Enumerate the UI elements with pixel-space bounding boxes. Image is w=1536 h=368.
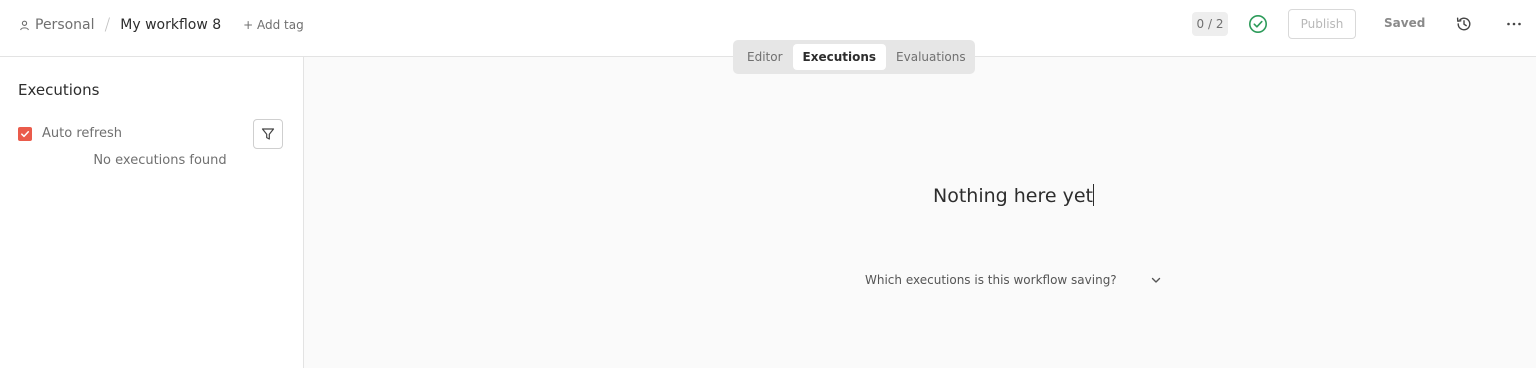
auto-refresh-label: Auto refresh — [42, 126, 123, 141]
saved-status: Saved — [1384, 16, 1426, 30]
check-circle-icon — [1249, 15, 1267, 33]
add-tag-button[interactable]: + Add tag — [243, 18, 304, 32]
executions-sidebar: Executions Auto refresh No executions fo… — [0, 57, 304, 368]
breadcrumb-separator: / — [104, 15, 111, 35]
ellipsis-icon[interactable] — [1505, 15, 1523, 33]
tab-executions[interactable]: Executions — [792, 44, 887, 70]
breadcrumb-project[interactable]: Personal — [19, 17, 95, 33]
execution-saving-disclosure[interactable]: Which executions is this workflow saving… — [865, 273, 1162, 287]
empty-state-title-text: Nothing here yet — [933, 185, 1093, 207]
executions-main-panel: Nothing here yet Which executions is thi… — [305, 57, 1536, 368]
chevron-down-icon — [1151, 277, 1160, 283]
sidebar-title: Executions — [18, 81, 100, 99]
execution-saving-question: Which executions is this workflow saving… — [865, 273, 1117, 287]
history-icon[interactable] — [1455, 15, 1473, 33]
tab-evaluations[interactable]: Evaluations — [886, 44, 976, 70]
tab-editor[interactable]: Editor — [737, 44, 793, 70]
workflow-counter-badge: 0 / 2 — [1192, 12, 1228, 36]
checkmark-icon — [21, 130, 30, 137]
publish-button[interactable]: Publish — [1288, 9, 1356, 39]
empty-executions-message: No executions found — [93, 153, 227, 168]
filter-icon — [261, 128, 275, 140]
user-icon — [20, 20, 29, 30]
auto-refresh-checkbox[interactable] — [18, 126, 32, 141]
view-tabs: Editor Executions Evaluations — [733, 40, 975, 74]
breadcrumb-project-label: Personal — [35, 17, 95, 33]
workflow-title[interactable]: My workflow 8 — [120, 17, 221, 33]
breadcrumb: Personal / My workflow 8 + Add tag — [19, 15, 304, 35]
filter-button[interactable] — [253, 119, 283, 149]
text-caret — [1093, 184, 1094, 206]
auto-refresh-toggle[interactable]: Auto refresh — [18, 126, 122, 141]
empty-state-title: Nothing here yet — [933, 184, 1094, 207]
